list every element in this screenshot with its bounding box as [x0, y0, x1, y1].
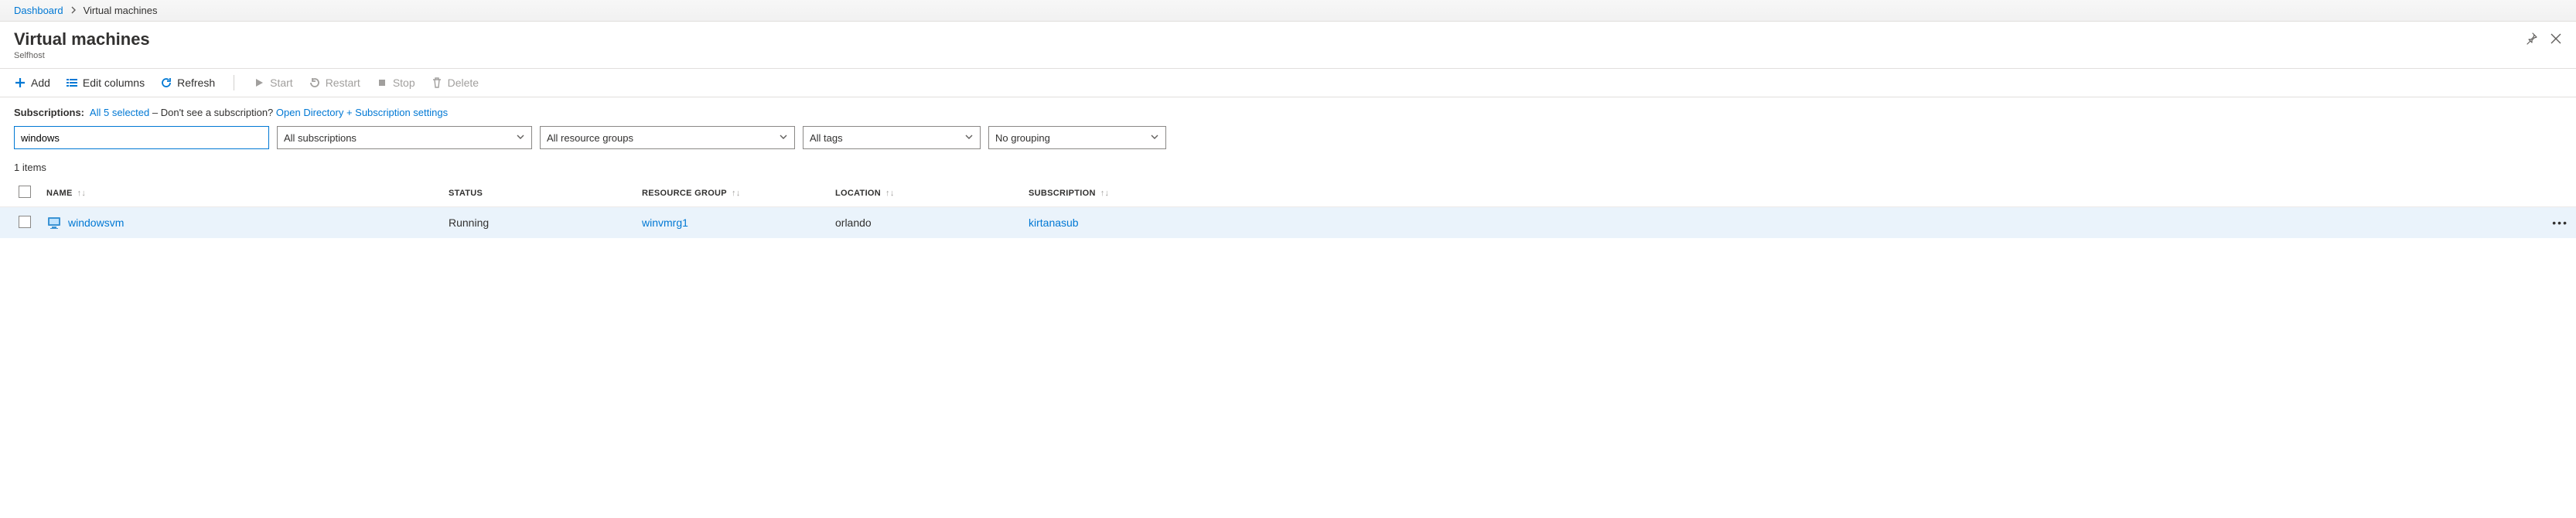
delete-label: Delete [448, 77, 479, 89]
page-title: Virtual machines [14, 29, 150, 49]
subscriptions-label: Subscriptions: [14, 107, 84, 118]
start-button[interactable]: Start [253, 77, 293, 89]
column-header-status[interactable]: Status [441, 179, 634, 207]
breadcrumb: Dashboard Virtual machines [0, 0, 2576, 22]
resource-group-link[interactable]: winvmrg1 [642, 216, 688, 229]
command-bar: Add Edit columns Refresh Start Restart S… [0, 69, 2576, 97]
column-name-label: Name [46, 189, 73, 198]
chevron-down-icon [779, 132, 788, 144]
close-icon[interactable] [2550, 32, 2562, 45]
breadcrumb-current: Virtual machines [84, 5, 158, 16]
delete-button[interactable]: Delete [431, 77, 479, 89]
table-row[interactable]: windowsvm Running winvmrg1 orlando kirta… [0, 207, 2576, 239]
columns-icon [66, 77, 78, 89]
sort-icon: ↑↓ [1100, 189, 1110, 198]
stop-button[interactable]: Stop [376, 77, 415, 89]
open-directory-link[interactable]: Open Directory + Subscription settings [276, 107, 448, 118]
column-subscription-label: Subscription [1029, 189, 1096, 198]
blade-header: Virtual machines Selfhost [0, 22, 2576, 69]
breadcrumb-root-link[interactable]: Dashboard [14, 5, 63, 16]
column-status-label: Status [449, 189, 483, 198]
column-header-name[interactable]: Name ↑↓ [39, 179, 441, 207]
chevron-down-icon [1150, 132, 1159, 144]
restart-label: Restart [326, 77, 360, 89]
stop-icon [376, 77, 388, 89]
items-count: 1 items [0, 158, 2576, 179]
row-more-button[interactable]: ••• [2530, 207, 2576, 239]
column-header-location[interactable]: Location ↑↓ [827, 179, 1021, 207]
chevron-right-icon [70, 5, 77, 16]
resource-group-filter[interactable]: All resource groups [540, 126, 795, 149]
chevron-down-icon [964, 132, 974, 144]
subscription-link[interactable]: kirtanasub [1029, 216, 1079, 229]
stop-label: Stop [393, 77, 415, 89]
pin-icon[interactable] [2525, 32, 2537, 45]
refresh-button[interactable]: Refresh [160, 77, 215, 89]
add-button[interactable]: Add [14, 77, 50, 89]
select-all-checkbox[interactable] [19, 186, 31, 198]
grouping-filter-label: No grouping [995, 132, 1050, 144]
tags-filter-label: All tags [810, 132, 843, 144]
sort-icon: ↑↓ [885, 189, 895, 198]
subscriptions-hint-text: – Don't see a subscription? [152, 107, 276, 118]
page-subtitle: Selfhost [14, 51, 150, 60]
vm-icon [46, 215, 62, 230]
restart-icon [309, 77, 321, 89]
resource-group-filter-label: All resource groups [547, 132, 633, 144]
subscriptions-filter[interactable]: All subscriptions [277, 126, 532, 149]
subscriptions-selected-link[interactable]: All 5 selected [90, 107, 149, 118]
vm-status: Running [441, 207, 634, 239]
tags-filter[interactable]: All tags [803, 126, 981, 149]
sort-icon: ↑↓ [732, 189, 741, 198]
column-header-resource-group[interactable]: Resource group ↑↓ [634, 179, 827, 207]
subscriptions-info: Subscriptions: All 5 selected – Don't se… [0, 97, 2576, 126]
row-checkbox[interactable] [19, 216, 31, 228]
trash-icon [431, 77, 443, 89]
column-rg-label: Resource group [642, 189, 727, 198]
vm-location: orlando [827, 207, 1021, 239]
grouping-filter[interactable]: No grouping [988, 126, 1166, 149]
play-icon [253, 77, 265, 89]
vm-table: Name ↑↓ Status Resource group ↑↓ Locatio… [0, 179, 2576, 238]
column-header-subscription[interactable]: Subscription ↑↓ [1021, 179, 2530, 207]
sort-icon: ↑↓ [77, 189, 87, 198]
plus-icon [14, 77, 26, 89]
vm-name-link[interactable]: windowsvm [68, 216, 124, 229]
edit-columns-label: Edit columns [83, 77, 145, 89]
column-location-label: Location [835, 189, 881, 198]
add-label: Add [31, 77, 50, 89]
chevron-down-icon [516, 132, 525, 144]
filter-row: All subscriptions All resource groups Al… [0, 126, 2576, 158]
subscriptions-filter-label: All subscriptions [284, 132, 357, 144]
edit-columns-button[interactable]: Edit columns [66, 77, 145, 89]
restart-button[interactable]: Restart [309, 77, 360, 89]
refresh-icon [160, 77, 172, 89]
start-label: Start [270, 77, 293, 89]
refresh-label: Refresh [177, 77, 215, 89]
search-input[interactable] [14, 126, 269, 149]
